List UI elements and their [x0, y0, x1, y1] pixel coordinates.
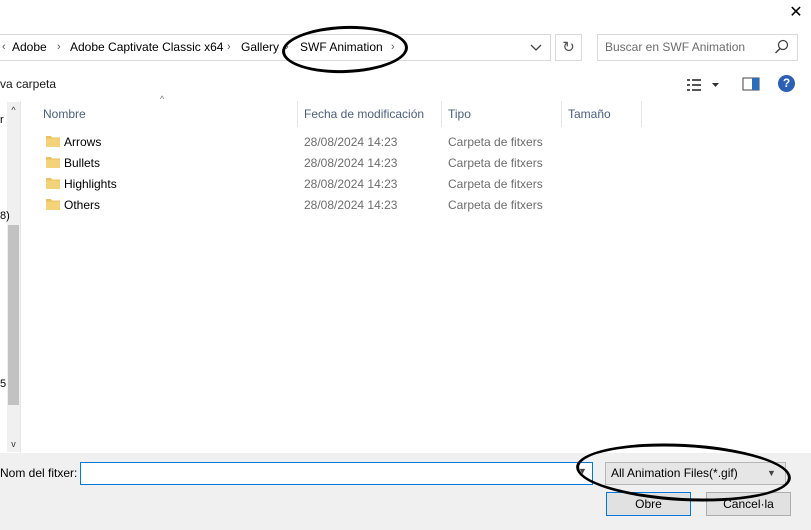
- folder-icon: [46, 199, 60, 210]
- column-name-label: Nombre: [43, 107, 86, 121]
- address-bar[interactable]: ‹ Adobe › Adobe Captivate Classic x64 › …: [0, 34, 551, 61]
- file-name: Highlights: [64, 177, 117, 191]
- column-type-label: Tipo: [448, 107, 471, 121]
- scroll-down-icon[interactable]: v: [7, 437, 20, 451]
- file-type: Carpeta de fitxers: [448, 177, 543, 191]
- column-header-type[interactable]: Tipo: [442, 101, 562, 127]
- filename-label: Nom del fitxer:: [0, 466, 78, 480]
- chevron-down-icon[interactable]: [526, 35, 546, 60]
- close-icon[interactable]: ✕: [787, 4, 805, 22]
- file-type: Carpeta de fitxers: [448, 135, 543, 149]
- new-folder-button[interactable]: va carpeta: [0, 77, 56, 91]
- search-field[interactable]: Buscar en SWF Animation: [597, 34, 798, 61]
- file-date: 28/08/2024 14:23: [304, 135, 398, 149]
- file-name: Arrows: [64, 135, 102, 149]
- breadcrumb-separator[interactable]: ›: [227, 35, 231, 60]
- folder-icon: [46, 136, 60, 147]
- folder-icon: [46, 178, 60, 189]
- column-header-date[interactable]: Fecha de modificación: [298, 101, 442, 127]
- column-date-label: Fecha de modificación: [304, 107, 425, 121]
- search-icon[interactable]: [774, 39, 792, 57]
- file-type: Carpeta de fitxers: [448, 156, 543, 170]
- nav-item-fragment[interactable]: r: [0, 114, 4, 126]
- list-item[interactable]: Arrows 28/08/2024 14:23 Carpeta de fitxe…: [36, 132, 576, 153]
- list-item[interactable]: Bullets 28/08/2024 14:23 Carpeta de fitx…: [36, 153, 576, 174]
- list-item[interactable]: Highlights 28/08/2024 14:23 Carpeta de f…: [36, 174, 576, 195]
- toolbar: va carpeta ?: [0, 70, 811, 100]
- column-size-label: Tamaño: [568, 107, 611, 121]
- nav-scrollbar-thumb[interactable]: [8, 225, 19, 405]
- folder-icon: [46, 157, 60, 168]
- file-name: Bullets: [64, 156, 101, 170]
- nav-item-fragment[interactable]: 8): [0, 210, 10, 222]
- file-date: 28/08/2024 14:23: [304, 156, 398, 170]
- search-placeholder: Buscar en SWF Animation: [605, 40, 746, 54]
- sort-ascending-icon: ^: [160, 94, 165, 104]
- nav-item-fragment[interactable]: 5: [0, 378, 6, 390]
- refresh-icon[interactable]: ↻: [555, 34, 582, 61]
- list-item[interactable]: Others 28/08/2024 14:23 Carpeta de fitxe…: [36, 195, 576, 216]
- preview-pane-icon[interactable]: [742, 76, 760, 92]
- view-options-icon[interactable]: [686, 76, 722, 94]
- file-date: 28/08/2024 14:23: [304, 177, 398, 191]
- column-header-name[interactable]: Nombre: [37, 101, 298, 127]
- breadcrumb-gallery[interactable]: Gallery: [241, 35, 279, 60]
- annotation-ellipse: [281, 23, 409, 76]
- breadcrumb-captivate[interactable]: Adobe Captivate Classic x64: [70, 35, 223, 60]
- file-type: Carpeta de fitxers: [448, 198, 543, 212]
- filename-input[interactable]: [80, 462, 593, 485]
- breadcrumb-adobe[interactable]: Adobe: [12, 35, 47, 60]
- breadcrumb-separator[interactable]: ›: [57, 35, 61, 60]
- file-name: Others: [64, 198, 101, 212]
- scroll-up-icon[interactable]: ^: [7, 103, 20, 117]
- breadcrumb-back-icon[interactable]: ‹: [2, 35, 6, 60]
- column-header-size[interactable]: Tamaño: [562, 101, 642, 127]
- help-icon[interactable]: ?: [778, 75, 795, 92]
- file-date: 28/08/2024 14:23: [304, 198, 398, 212]
